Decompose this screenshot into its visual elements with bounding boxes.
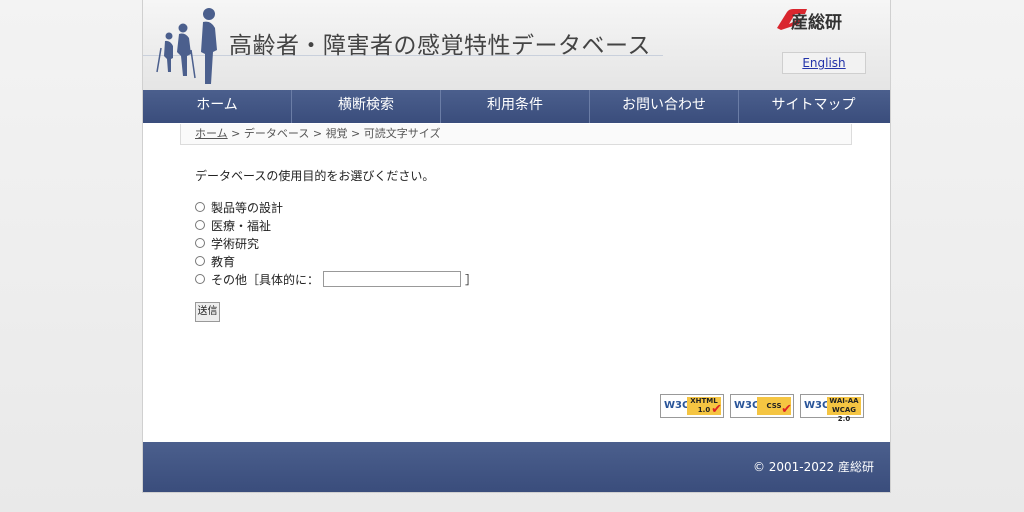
site-title: 高齢者・障害者の感覚特性データベース: [229, 33, 651, 59]
elderly-people-silhouette-icon: [156, 8, 217, 85]
breadcrumb-sep: >: [309, 127, 326, 140]
breadcrumb-item: データベース: [243, 127, 310, 140]
xhtml-badge[interactable]: W3C XHTML 1.0 ✔: [660, 394, 724, 418]
radio-button[interactable]: [195, 202, 205, 212]
option-academic-research[interactable]: 学術研究: [195, 234, 477, 252]
radio-button[interactable]: [195, 256, 205, 266]
w3c-badges: W3C XHTML 1.0 ✔ W3C CSS ✔ W3C WAI-AA WCA…: [660, 394, 864, 423]
option-label: 学術研究: [211, 236, 260, 251]
breadcrumb-current: 可読文字サイズ: [363, 127, 441, 140]
check-icon: ✔: [781, 402, 792, 417]
submit-button[interactable]: 送信: [195, 302, 220, 322]
header: 高齢者・障害者の感覚特性データベース 産総研 English: [143, 0, 890, 90]
check-icon: ✔: [711, 402, 722, 417]
radio-button[interactable]: [195, 274, 205, 284]
wcag-badge[interactable]: W3C WAI-AA WCAG 2.0: [800, 394, 864, 423]
english-link[interactable]: English: [782, 52, 866, 74]
option-medical-welfare[interactable]: 医療・福祉: [195, 216, 477, 234]
option-other[interactable]: その他［具体的に： ］: [195, 270, 477, 288]
footer: © 2001-2022 産総研: [143, 442, 890, 492]
option-label: 製品等の設計: [211, 200, 284, 215]
purpose-question: データベースの使用目的をお選びください。: [195, 169, 435, 183]
other-purpose-input[interactable]: [323, 271, 462, 287]
nav-item-cross-search[interactable]: 横断検索: [292, 90, 441, 123]
breadcrumb-item: 視覚: [325, 127, 348, 140]
option-label: 教育: [211, 254, 236, 269]
nav-item-contact[interactable]: お問い合わせ: [590, 90, 739, 123]
breadcrumb: ホーム > データベース > 視覚 > 可読文字サイズ: [180, 124, 852, 145]
radio-button[interactable]: [195, 220, 205, 230]
breadcrumb-sep: >: [347, 127, 364, 140]
option-product-design[interactable]: 製品等の設計: [195, 198, 477, 216]
nav-item-terms[interactable]: 利用条件: [441, 90, 590, 123]
copyright-text: © 2001-2022 産総研: [752, 460, 874, 474]
option-education[interactable]: 教育: [195, 252, 477, 270]
main-nav: ホーム 横断検索 利用条件 お問い合わせ サイトマップ: [143, 90, 890, 123]
option-close-bracket: ］: [465, 272, 478, 287]
breadcrumb-sep: >: [227, 127, 244, 140]
nav-item-home[interactable]: ホーム: [143, 90, 292, 123]
option-label: 医療・福祉: [211, 218, 272, 233]
breadcrumb-home-link[interactable]: ホーム: [195, 127, 228, 140]
w3c-logo: W3C: [804, 400, 830, 411]
aist-logo-text: 産総研: [791, 13, 842, 33]
option-label: その他［具体的に：: [211, 272, 320, 287]
w3c-logo: W3C: [664, 400, 690, 411]
nav-item-sitemap[interactable]: サイトマップ: [739, 90, 888, 123]
w3c-logo: W3C: [734, 400, 760, 411]
css-badge[interactable]: W3C CSS ✔: [730, 394, 794, 418]
radio-button[interactable]: [195, 238, 205, 248]
page-container: 高齢者・障害者の感覚特性データベース 産総研 English ホーム 横断検索 …: [143, 0, 890, 492]
purpose-options: 製品等の設計 医療・福祉 学術研究 教育 その他［具体的に： ］: [195, 198, 477, 288]
badge-tag: WAI-AA WCAG 2.0: [827, 397, 861, 423]
